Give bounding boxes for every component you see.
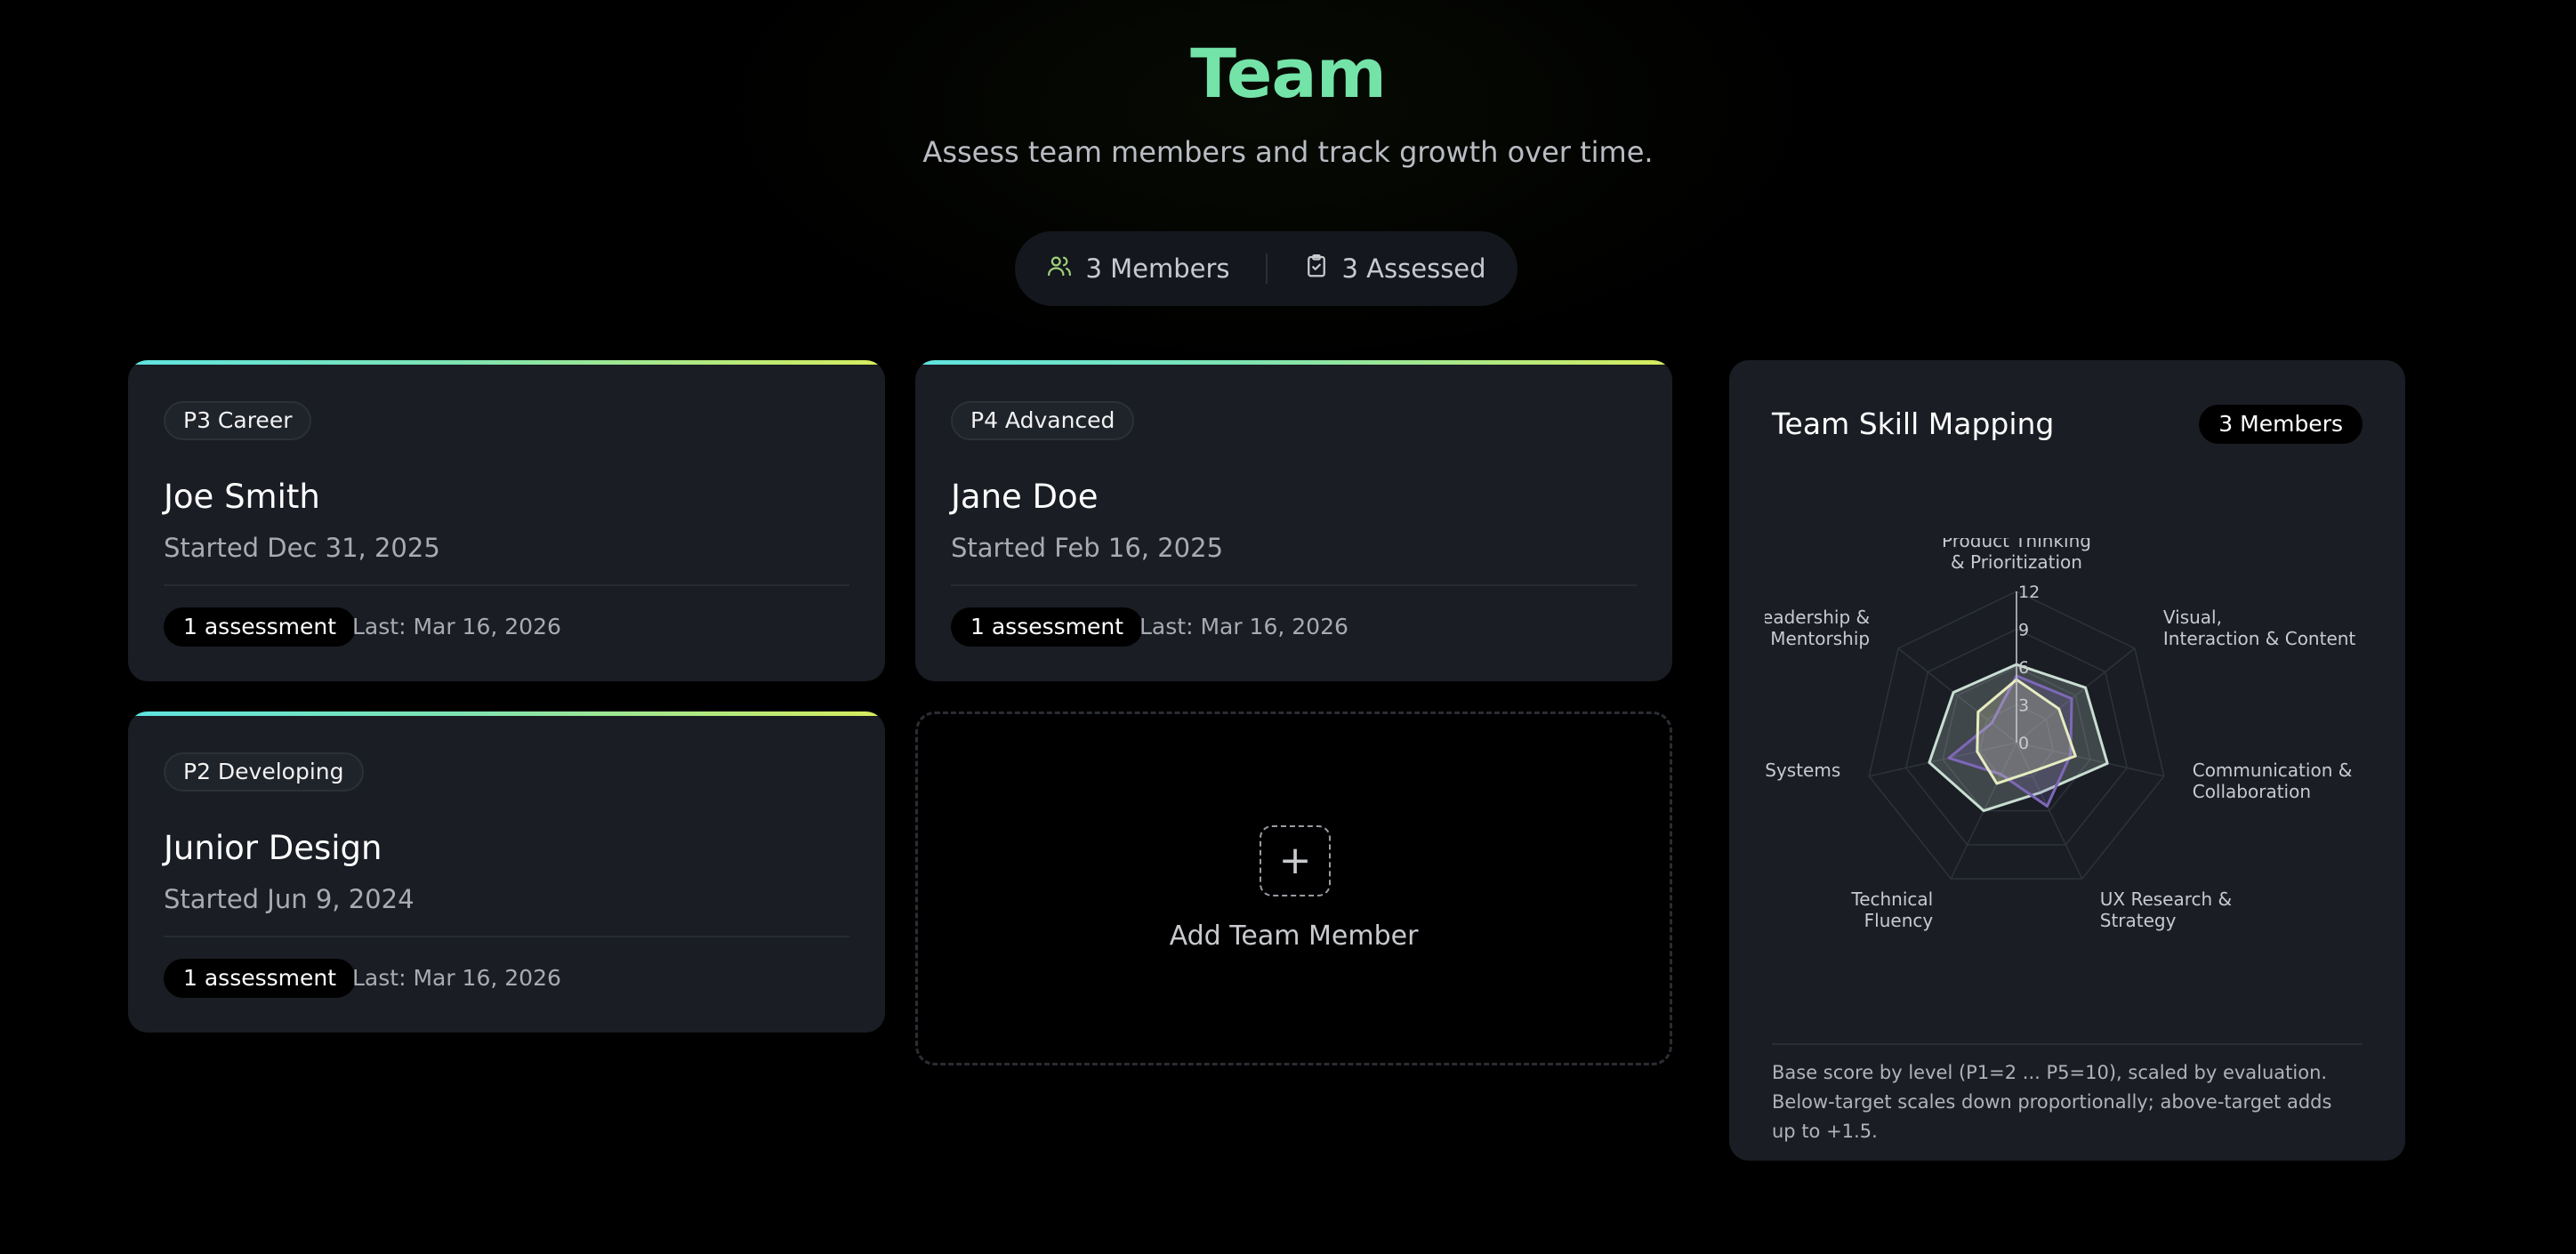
users-icon <box>1046 253 1073 285</box>
radar-axis-label: Technical Fluency <box>1850 888 1933 931</box>
level-badge: P4 Advanced <box>951 401 1135 440</box>
page-title: Team <box>1190 34 1387 113</box>
stats-divider <box>1265 253 1268 284</box>
start-date: Started Feb 16, 2025 <box>951 533 1224 563</box>
radar-axis-label: Leadership &Mentorship <box>1765 607 1870 649</box>
radar-tick-label: 6 <box>2018 658 2029 678</box>
level-badge: P3 Career <box>164 401 312 440</box>
assessment-count-badge: 1 assessment <box>164 959 357 998</box>
radar-tick-label: 9 <box>2018 621 2029 640</box>
assessed-stat: 3 Assessed <box>1303 253 1486 285</box>
members-count: 3 Members <box>1085 253 1230 284</box>
assessment-count-badge: 1 assessment <box>164 607 357 647</box>
member-card-junior-design[interactable]: P2 Developing Junior Design Started Jun … <box>128 711 885 1033</box>
radar-axis-label: UX Research & Strategy <box>2100 888 2232 931</box>
add-team-member-button[interactable]: + Add Team Member <box>915 711 1672 1065</box>
card-divider <box>951 584 1637 586</box>
member-name: Junior Design <box>164 829 382 867</box>
members-count-badge: 3 Members <box>2199 405 2363 444</box>
radar-axis-label: Product Thinking & Prioritization <box>1942 538 2091 573</box>
page-subtitle: Assess team members and track growth ove… <box>922 135 1654 169</box>
last-assessment-date: Last: Mar 16, 2026 <box>352 965 561 991</box>
member-card-jane-doe[interactable]: P4 Advanced Jane Doe Started Feb 16, 202… <box>915 360 1672 681</box>
panel-divider <box>1772 1043 2363 1045</box>
radar-axis-label: Visual, Interaction & Content <box>2163 607 2356 649</box>
radar-tick-label: 0 <box>2018 734 2029 753</box>
start-date: Started Dec 31, 2025 <box>164 533 440 563</box>
card-divider <box>164 584 849 586</box>
scoring-footnote: Base score by level (P1=2 ... P5=10), sc… <box>1772 1062 2332 1142</box>
level-badge: P2 Developing <box>164 752 364 792</box>
team-stats-pill: 3 Members 3 Assessed <box>1015 231 1517 306</box>
last-assessment-date: Last: Mar 16, 2026 <box>1139 614 1348 639</box>
last-assessment-date: Last: Mar 16, 2026 <box>352 614 561 639</box>
assessment-count-badge: 1 assessment <box>951 607 1144 647</box>
members-stat: 3 Members <box>1046 253 1230 285</box>
member-name: Jane Doe <box>951 478 1099 516</box>
radar-axis-label: Design Systems <box>1765 760 1840 781</box>
team-skill-mapping-panel: Team Skill Mapping 3 Members 0 3 6 9 12 Produ… <box>1729 360 2405 1161</box>
skill-radar-chart: 0 3 6 9 12 Product Thinking & Prioritization Vi… <box>1765 538 2356 931</box>
clipboard-check-icon <box>1303 253 1330 285</box>
radar-tick-label: 12 <box>2018 583 2040 602</box>
start-date: Started Jun 9, 2024 <box>164 884 415 914</box>
add-team-member-label: Add Team Member <box>1169 920 1419 952</box>
radar-axis-label: Communication & Collaboration <box>2193 760 2353 802</box>
card-divider <box>164 936 849 937</box>
panel-title: Team Skill Mapping <box>1772 406 2055 441</box>
member-card-joe-smith[interactable]: P3 Career Joe Smith Started Dec 31, 2025… <box>128 360 885 681</box>
radar-tick-label: 3 <box>2018 696 2029 716</box>
plus-icon[interactable]: + <box>1260 825 1331 896</box>
assessed-count: 3 Assessed <box>1341 253 1486 284</box>
member-name: Joe Smith <box>164 478 320 516</box>
